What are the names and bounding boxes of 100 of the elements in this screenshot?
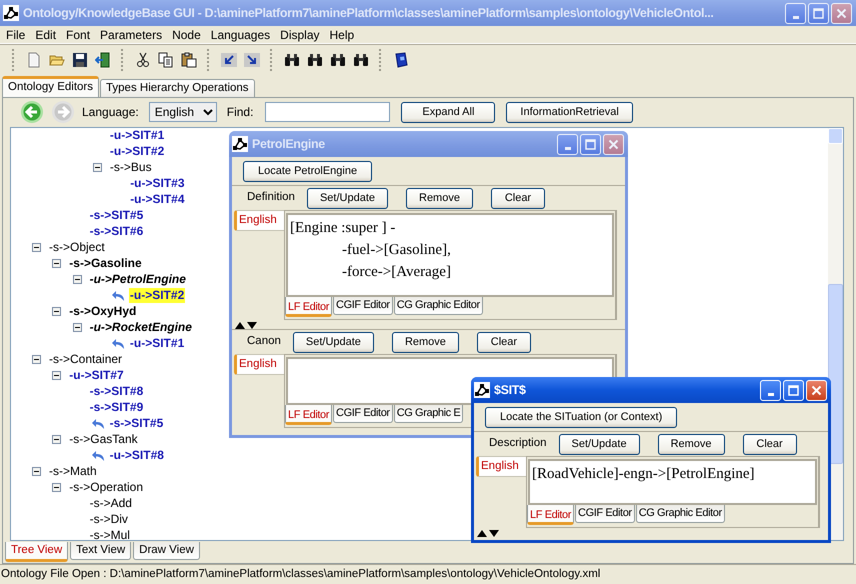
collapse-icon[interactable] [32,243,41,252]
action-button[interactable]: Set/Update [558,434,640,454]
action-button[interactable]: Clear [476,332,531,352]
tab[interactable]: CG Graphic Editor [394,297,483,315]
find-field[interactable] [265,102,390,122]
tree-item[interactable]: -s->Add [88,496,133,512]
tab[interactable]: LF Editor [285,405,332,425]
tree-item[interactable]: -s->Bus [108,160,153,176]
action-button[interactable]: Clear [742,434,797,454]
collapse-icon[interactable] [52,435,62,444]
tab[interactable]: LF Editor [527,505,574,525]
tab[interactable]: Tree View [5,542,68,562]
editor-text-area[interactable]: [RoadVehicle]-engn->[PetrolEngine] [528,459,817,505]
tree-item[interactable]: -s->SIT#5 [88,208,144,224]
tree-item[interactable]: -u->SIT#8 [108,448,165,464]
action-button[interactable]: Set/Update [306,188,388,208]
language-tab[interactable]: English [234,210,284,231]
tree-item[interactable]: -s->SIT#6 [88,224,144,240]
tree-item[interactable]: -u->SIT#1 [108,128,166,144]
tree-item[interactable]: -s->Object [48,240,106,256]
scrollbar[interactable] [828,128,843,540]
menu-item[interactable]: Display [275,26,325,44]
collapse-icon[interactable] [52,307,62,316]
collapse-icon[interactable] [92,163,102,172]
tree-item[interactable]: -u->PetrolEngine [88,272,187,288]
collapse-icon[interactable] [32,355,41,364]
tree-item[interactable]: -s->Mul [88,528,131,540]
toolbar-button[interactable]: InformationRetrieval [506,102,633,123]
tab[interactable]: CGIF Editor [575,505,635,523]
cut-icon[interactable] [134,52,150,68]
collapse-icon[interactable] [32,467,41,476]
tab[interactable]: Draw View [133,542,200,560]
minimize-button[interactable] [785,2,806,24]
binoculars-icon[interactable] [352,52,368,68]
tree-item[interactable]: -s->SIT#8 [88,384,144,400]
language-tab[interactable]: English [476,456,526,477]
menu-item[interactable]: File [1,26,30,44]
locate-button[interactable]: Locate PetrolEngine [243,161,372,182]
back-icon[interactable] [20,100,44,124]
maximize-button[interactable] [808,2,829,24]
book-icon[interactable] [392,52,408,68]
exit-door-icon[interactable] [94,52,110,68]
split-arrows-icon[interactable] [235,322,257,329]
collapse-icon[interactable] [52,483,62,492]
new-document-icon[interactable] [26,52,42,68]
tree-item[interactable]: -s->Div [88,512,129,528]
minimize-button[interactable] [760,380,781,400]
split-arrows-icon[interactable] [477,530,499,537]
tab[interactable]: CG Graphic E [394,405,464,423]
menu-item[interactable]: Help [324,26,360,44]
binoculars-icon[interactable] [306,52,322,68]
tab[interactable]: Text View [70,542,132,560]
tree-item[interactable]: -u->SIT#1 [128,336,186,352]
tab[interactable]: Ontology Editors [2,76,100,97]
menu-item[interactable]: Node [167,26,206,44]
tree-item[interactable]: -u->SIT#7 [68,368,125,384]
tree-item[interactable]: -s->SIT#9 [88,400,144,416]
menu-item[interactable]: Font [61,26,96,44]
collapse-icon[interactable] [72,275,82,284]
maximize-button[interactable] [580,134,601,154]
tree-item[interactable]: -s->Math [48,464,98,480]
editor-text-area[interactable]: [Engine :super ] - -fuel->[Gasoline], -force->[Average] [286,213,614,297]
action-button[interactable]: Set/Update [292,332,374,352]
tab[interactable]: LF Editor [285,297,332,317]
tab[interactable]: Types Hierarchy Operations [100,78,255,97]
language-select[interactable]: English [148,102,217,122]
tree-item[interactable]: -s->Gasoline [68,256,143,272]
save-icon[interactable] [72,52,88,68]
close-button[interactable] [806,380,827,400]
tree-item[interactable]: -u->SIT#2 [108,144,166,160]
menu-item[interactable]: Edit [30,26,62,44]
tree-item[interactable]: -s->SIT#5 [108,416,164,432]
tab[interactable]: CG Graphic Editor [636,505,725,523]
collapse-icon[interactable] [72,323,82,332]
binoculars-icon[interactable] [284,52,300,68]
action-button[interactable]: Clear [490,188,545,208]
tab[interactable]: CGIF Editor [333,405,393,423]
tree-item[interactable]: -s->Container [48,352,124,368]
maximize-button[interactable] [783,380,804,400]
toolbar-button[interactable]: Expand All [401,102,496,123]
language-tab[interactable]: English [234,354,284,375]
action-button[interactable]: Remove [392,332,459,352]
action-button[interactable]: Remove [406,188,473,208]
binoculars-icon[interactable] [330,52,346,68]
collapse-icon[interactable] [52,259,62,268]
tree-item[interactable]: -u->SIT#2 [128,288,186,304]
copy-icon[interactable] [158,52,174,68]
tree-item[interactable]: -u->SIT#3 [129,176,186,192]
action-button[interactable]: Remove [658,434,725,454]
menu-item[interactable]: Parameters [95,26,168,44]
close-button[interactable] [603,134,624,154]
tree-item[interactable]: -s->Operation [68,480,144,496]
minimize-button[interactable] [557,134,578,154]
paste-icon[interactable] [180,52,196,68]
tab[interactable]: CGIF Editor [333,297,393,315]
tree-item[interactable]: -s->GasTank [68,432,139,448]
menu-item[interactable]: Languages [206,26,276,44]
tree-item[interactable]: -u->RocketEngine [88,320,193,336]
tree-item[interactable]: -s->OxyHyd [68,304,138,320]
tree-item[interactable]: -u->SIT#4 [129,192,186,208]
